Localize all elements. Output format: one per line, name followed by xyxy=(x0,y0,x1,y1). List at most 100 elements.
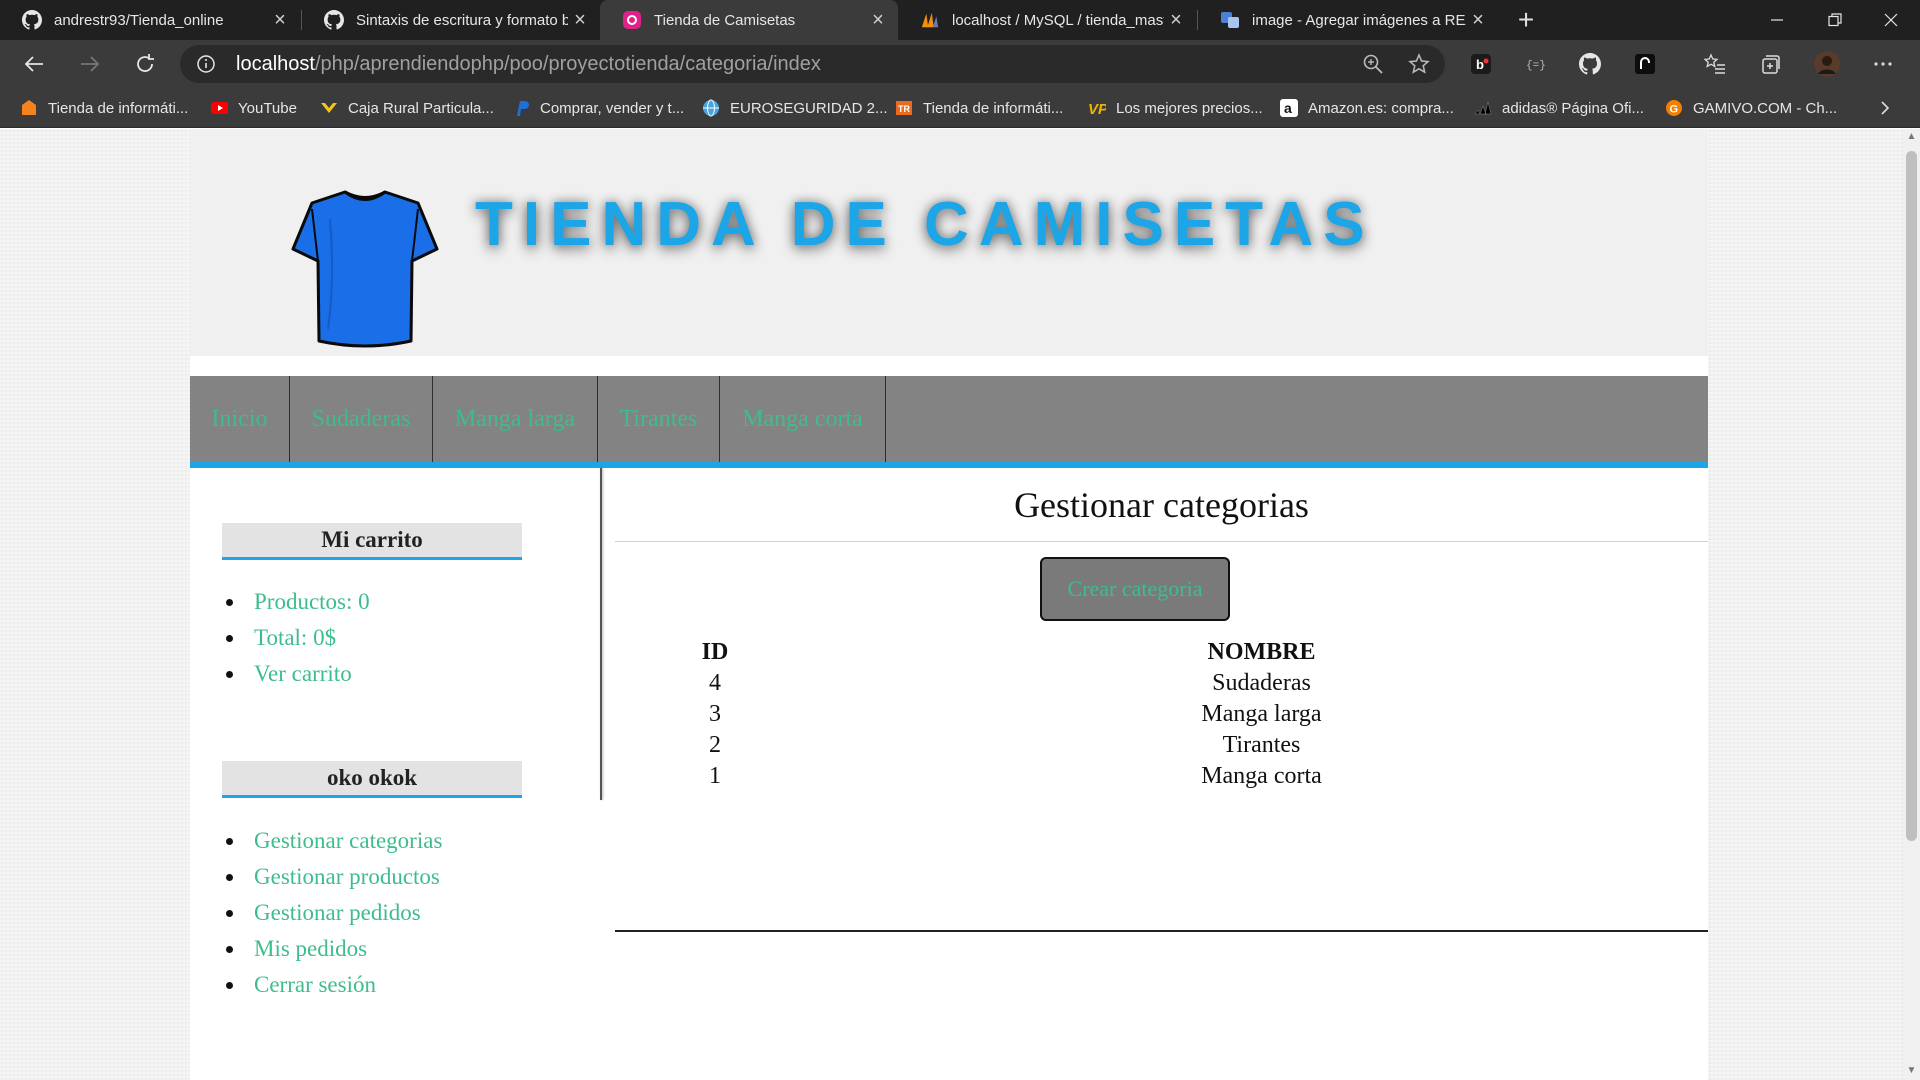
menu-item-manga-larga[interactable]: Manga larga xyxy=(433,376,598,462)
address-bar[interactable]: localhost/php/aprendiendophp/poo/proyect… xyxy=(180,45,1445,83)
tab-tienda-camisetas[interactable]: Tienda de Camisetas × xyxy=(600,0,898,40)
scroll-down-icon[interactable]: ▼ xyxy=(1906,1065,1917,1077)
adidas-icon xyxy=(1474,99,1492,117)
sidebar: Mi carrito Productos: 0 Total: 0$ Ver ca… xyxy=(190,468,601,1080)
close-icon[interactable]: × xyxy=(1466,8,1490,32)
cart-list: Productos: 0 Total: 0$ Ver carrito xyxy=(226,584,370,692)
page-scrollbar[interactable]: ▲ ▼ xyxy=(1903,129,1920,1080)
collections-icon[interactable] xyxy=(1756,49,1786,79)
logout-link[interactable]: Cerrar sesión xyxy=(226,967,442,1003)
page-container: TIENDA DE CAMISETAS Inicio Sudaderas Man… xyxy=(190,129,1708,1080)
manage-products-link[interactable]: Gestionar productos xyxy=(226,859,442,895)
table-row: 1 Manga corta xyxy=(615,761,1708,792)
bookmark-label: Amazon.es: compra... xyxy=(1308,99,1454,117)
bank-icon xyxy=(320,99,338,117)
svg-text:TR: TR xyxy=(898,104,910,114)
bookmark-item[interactable]: Tienda de informáti... xyxy=(20,88,188,128)
bookmark-item[interactable]: a Amazon.es: compra... xyxy=(1280,88,1454,128)
forward-icon[interactable] xyxy=(72,46,108,82)
view-cart-link[interactable]: Ver carrito xyxy=(226,656,370,692)
scroll-up-icon[interactable]: ▲ xyxy=(1906,131,1917,143)
more-options-icon[interactable] xyxy=(1868,49,1898,79)
manage-categories-link[interactable]: Gestionar categorias xyxy=(226,823,442,859)
bookmark-item[interactable]: TR Tienda de informáti... xyxy=(895,88,1063,128)
menu-item-inicio[interactable]: Inicio xyxy=(190,376,290,462)
column-header-id: ID xyxy=(701,638,729,665)
cell-id: 1 xyxy=(709,763,721,789)
close-icon[interactable]: × xyxy=(568,8,592,32)
tab-title: andrestr93/Tienda_online xyxy=(54,11,224,29)
tab-phpmyadmin[interactable]: localhost / MySQL / tienda_master × xyxy=(898,0,1196,40)
user-menu-list: Gestionar categorias Gestionar productos… xyxy=(226,823,442,1003)
bookmark-item[interactable]: YouTube xyxy=(210,88,297,128)
extension-dark-icon[interactable] xyxy=(1630,49,1660,79)
zoom-icon[interactable] xyxy=(1360,51,1386,77)
bookmark-label: Los mejores precios... xyxy=(1116,99,1263,117)
sidebar-divider xyxy=(600,468,602,800)
cell-id: 4 xyxy=(709,670,721,696)
favorite-star-icon[interactable] xyxy=(1406,51,1432,77)
svg-text:VP: VP xyxy=(1088,101,1106,117)
close-window-icon[interactable] xyxy=(1862,0,1920,40)
phpmyadmin-icon xyxy=(920,10,940,30)
cell-nombre: Manga larga xyxy=(1201,701,1322,727)
bookmark-item[interactable]: EUROSEGURIDAD 2... xyxy=(702,88,888,128)
cart-products-link[interactable]: Productos: 0 xyxy=(226,584,370,620)
minimize-icon[interactable] xyxy=(1748,0,1806,40)
page-icon xyxy=(622,10,642,30)
bookmark-item[interactable]: G GAMIVO.COM - Ch... xyxy=(1665,88,1837,128)
favorites-list-icon[interactable] xyxy=(1700,49,1730,79)
translate-icon xyxy=(1220,10,1240,30)
restore-icon[interactable] xyxy=(1806,0,1864,40)
bookmark-item[interactable]: adidas® Página Ofi... xyxy=(1474,88,1644,128)
cart-total-link[interactable]: Total: 0$ xyxy=(226,620,370,656)
back-icon[interactable] xyxy=(16,46,52,82)
title-divider xyxy=(615,541,1708,542)
url-path: /php/aprendiendophp/poo/proyectotienda/c… xyxy=(314,53,821,75)
close-icon[interactable]: × xyxy=(268,8,292,32)
tab-title: image - Agregar imágenes a README xyxy=(1252,11,1466,29)
main-menu: Inicio Sudaderas Manga larga Tirantes Ma… xyxy=(190,376,1708,468)
url-text[interactable]: localhost/php/aprendiendophp/poo/proyect… xyxy=(236,53,821,76)
menu-item-tirantes[interactable]: Tirantes xyxy=(598,376,720,462)
tab-title: Sintaxis de escritura y formato básicos xyxy=(356,11,568,29)
info-icon[interactable] xyxy=(196,54,216,74)
user-block-title: oko okok xyxy=(222,761,522,798)
bookmark-item[interactable]: Caja Rural Particula... xyxy=(320,88,494,128)
table-row: 2 Tirantes xyxy=(615,730,1708,761)
bookmark-label: Comprar, vender y t... xyxy=(540,99,685,117)
extension-json-icon[interactable]: {=} xyxy=(1520,49,1550,79)
tab-github-repo[interactable]: andrestr93/Tienda_online × xyxy=(0,0,300,40)
bookmarks-overflow-chevron-icon[interactable] xyxy=(1878,88,1892,128)
github-icon xyxy=(324,10,344,30)
bookmark-label: EUROSEGURIDAD 2... xyxy=(730,99,888,117)
my-orders-link[interactable]: Mis pedidos xyxy=(226,931,442,967)
bookmark-label: Tienda de informáti... xyxy=(923,99,1064,117)
bookmark-item[interactable]: Comprar, vender y t... xyxy=(512,88,684,128)
reload-icon[interactable] xyxy=(127,46,163,82)
close-icon[interactable]: × xyxy=(1164,8,1188,32)
bookmarks-bar: Tienda de informáti... YouTube Caja Rura… xyxy=(0,88,1920,128)
github-icon xyxy=(22,10,42,30)
bookmark-item[interactable]: VP Los mejores precios... xyxy=(1088,88,1263,128)
tab-image-readme[interactable]: image - Agregar imágenes a README × xyxy=(1198,0,1498,40)
globe-icon xyxy=(702,99,720,117)
create-category-button[interactable]: Crear categoria xyxy=(1040,557,1230,621)
categories-table: ID NOMBRE 4 Sudaderas 3 Manga larga 2 Ti… xyxy=(615,636,1708,792)
extension-b-icon[interactable]: b xyxy=(1466,49,1496,79)
menu-item-sudaderas[interactable]: Sudaderas xyxy=(290,376,433,462)
svg-text:G: G xyxy=(1670,104,1679,116)
column-header-nombre: NOMBRE xyxy=(1207,638,1316,665)
avatar[interactable] xyxy=(1812,49,1842,79)
scrollbar-thumb[interactable] xyxy=(1906,151,1917,841)
bookmark-label: YouTube xyxy=(238,99,297,117)
tab-strip: andrestr93/Tienda_online × Sintaxis de e… xyxy=(0,0,1920,40)
close-icon[interactable]: × xyxy=(866,8,890,32)
tab-github-markdown[interactable]: Sintaxis de escritura y formato básicos … xyxy=(302,0,600,40)
manage-orders-link[interactable]: Gestionar pedidos xyxy=(226,895,442,931)
tab-title: Tienda de Camisetas xyxy=(654,11,796,29)
github-icon[interactable] xyxy=(1575,49,1605,79)
new-tab-button[interactable]: + xyxy=(1510,4,1542,36)
table-row: 4 Sudaderas xyxy=(615,668,1708,699)
menu-item-manga-corta[interactable]: Manga corta xyxy=(720,376,886,462)
